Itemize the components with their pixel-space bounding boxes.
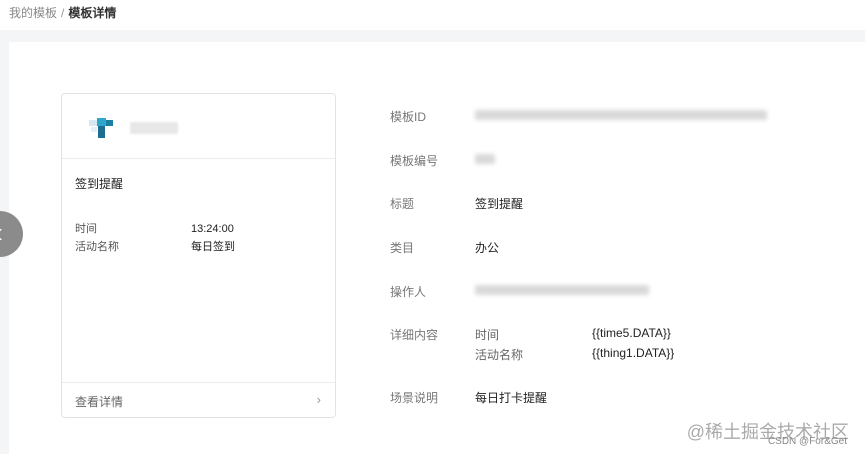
template-id-redacted — [475, 110, 767, 120]
account-logo — [89, 118, 113, 138]
title-label: 标题 — [390, 197, 415, 211]
card-title: 签到提醒 — [75, 177, 124, 191]
chevron-left-icon: ‹ — [0, 217, 3, 248]
template-id-label: 模板ID — [390, 110, 427, 124]
card-field-value: 每日签到 — [191, 241, 235, 253]
content-label: 详细内容 — [390, 328, 439, 342]
template-preview-card: 签到提醒 时间 13:24:00 活动名称 每日签到 查看详情 › — [61, 93, 336, 418]
card-field-row: 活动名称 每日签到 — [75, 238, 235, 254]
category-label: 类目 — [390, 241, 415, 255]
breadcrumb-current: 模板详情 — [68, 6, 117, 20]
breadcrumb-my-templates[interactable]: 我的模板 — [9, 6, 57, 20]
title-value: 签到提醒 — [475, 197, 524, 211]
card-field-key: 时间 — [75, 223, 97, 235]
operator-label: 操作人 — [390, 285, 427, 299]
breadcrumb: 我的模板 / 模板详情 — [9, 4, 116, 21]
content-row-key: 活动名称 — [475, 348, 524, 362]
breadcrumb-separator: / — [61, 6, 65, 20]
operator-redacted — [475, 285, 649, 295]
card-field-value: 13:24:00 — [191, 223, 234, 235]
content-row-value: {{thing1.DATA}} — [592, 346, 675, 360]
watermark-sub: CSDN @For&Get — [767, 436, 847, 447]
content-row-value: {{time5.DATA}} — [592, 326, 671, 340]
scene-value: 每日打卡提醒 — [475, 391, 548, 405]
card-field-row: 时间 13:24:00 — [75, 220, 234, 236]
template-no-redacted — [475, 154, 495, 164]
top-bar: 我的模板 / 模板详情 — [0, 0, 865, 30]
scene-label: 场景说明 — [390, 391, 439, 405]
view-details-link[interactable]: 查看详情 › — [62, 382, 335, 417]
content-row-key: 时间 — [475, 328, 500, 342]
category-value: 办公 — [475, 241, 500, 255]
chevron-right-icon: › — [316, 392, 321, 407]
card-field-key: 活动名称 — [75, 241, 119, 253]
account-name-redacted — [130, 122, 178, 134]
card-header — [62, 94, 335, 159]
template-no-label: 模板编号 — [390, 154, 439, 168]
view-details-label: 查看详情 — [75, 395, 124, 409]
content-top-gap — [0, 30, 865, 42]
